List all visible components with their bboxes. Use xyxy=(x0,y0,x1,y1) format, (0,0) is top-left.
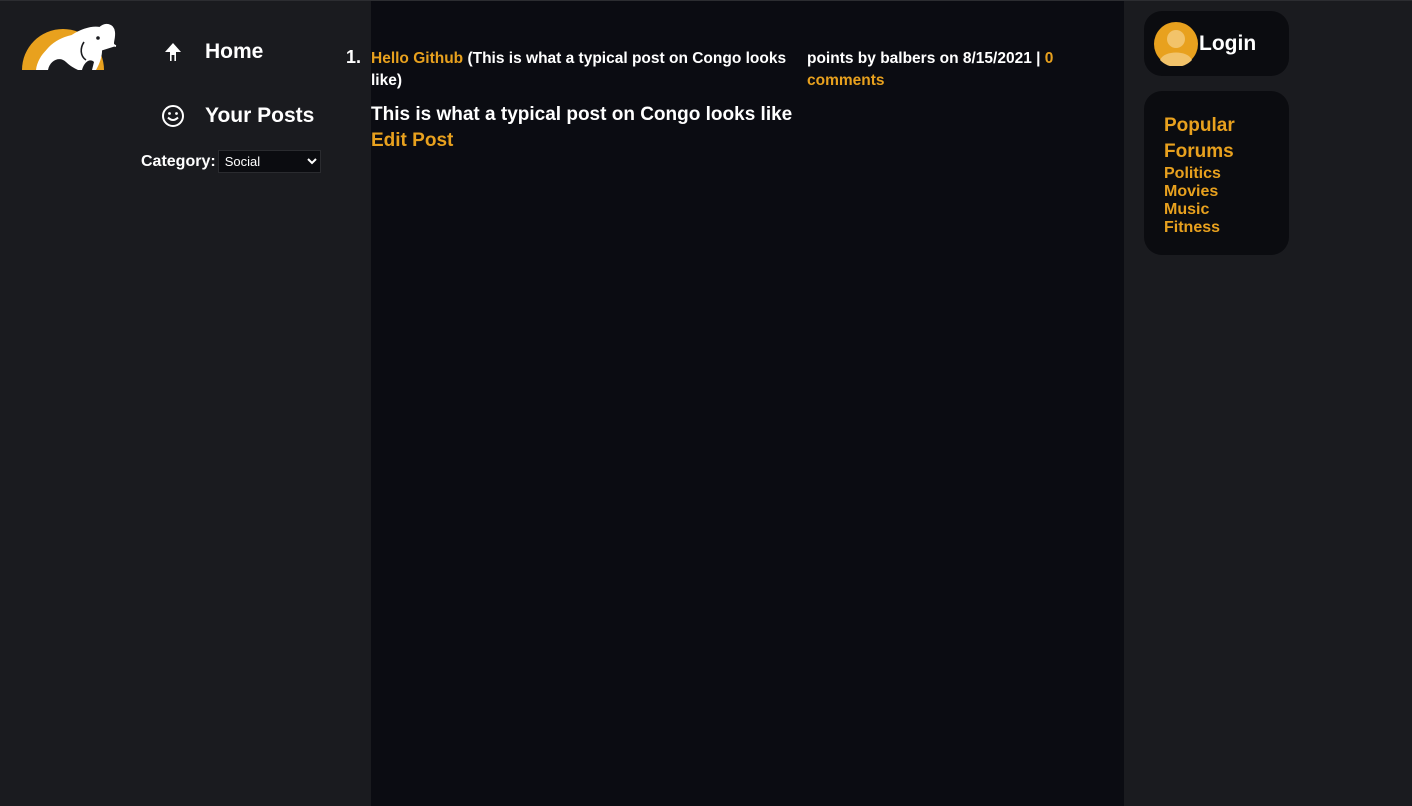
user-avatar-icon xyxy=(1154,21,1198,67)
popular-forums-card: Popular Forums Politics Movies Music Fit… xyxy=(1144,91,1289,255)
post-title-link[interactable]: Hello Github xyxy=(371,50,463,67)
forum-link-politics[interactable]: Politics xyxy=(1164,165,1289,183)
post-index: 1. xyxy=(346,47,362,67)
post-title-block: Hello Github (This is what a typical pos… xyxy=(371,48,801,92)
category-label: Category: xyxy=(141,152,216,170)
sidebar-item-home[interactable]: Home xyxy=(160,40,263,64)
forum-link-music[interactable]: Music xyxy=(1164,201,1289,219)
category-select[interactable]: Social xyxy=(217,150,321,173)
sidebar-item-your-posts[interactable]: Your Posts xyxy=(160,104,314,128)
sidebar-item-label: Home xyxy=(205,40,264,63)
login-label: Login xyxy=(1199,31,1257,55)
forum-link-movies[interactable]: Movies xyxy=(1164,183,1289,201)
login-button[interactable]: Login xyxy=(1144,11,1289,76)
forum-link-fitness[interactable]: Fitness xyxy=(1164,219,1289,237)
smiley-icon xyxy=(160,104,186,128)
post-meta: points by balbers on 8/15/2021 | 0 comme… xyxy=(807,48,1107,92)
popular-forums-title: Popular Forums xyxy=(1164,115,1235,162)
sidebar-item-label: Your Posts xyxy=(205,104,315,127)
post-meta-text: points by balbers on 8/15/2021 | xyxy=(807,50,1041,67)
home-arrow-icon xyxy=(160,42,186,62)
post-body: This is what a typical post on Congo loo… xyxy=(371,104,793,125)
edit-post-link[interactable]: Edit Post xyxy=(371,130,453,152)
elephant-logo-icon[interactable] xyxy=(20,18,118,74)
category-filter: Category: Social xyxy=(141,150,321,173)
